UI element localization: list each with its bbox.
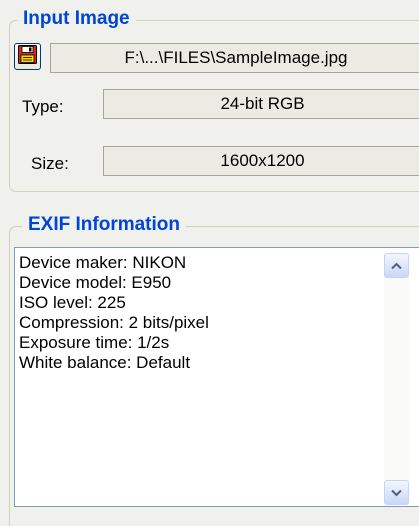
exif-line: ISO level: 225 xyxy=(19,293,126,312)
exif-lines: Device maker: NIKON Device model: E950 I… xyxy=(19,253,209,373)
input-image-title: Input Image xyxy=(17,8,136,30)
type-label: Type: xyxy=(22,97,64,116)
exif-line: Exposure time: 1/2s xyxy=(19,333,170,352)
exif-line: White balance: Default xyxy=(19,353,191,372)
image-path-field: F:\...\FILES\SampleImage.jpg xyxy=(50,43,419,73)
type-value-field: 24-bit RGB xyxy=(103,89,419,119)
exif-information-title: EXIF Information xyxy=(22,214,186,236)
size-value-field: 1600x1200 xyxy=(103,146,419,176)
scroll-down-button[interactable] xyxy=(384,480,409,505)
exif-line: Device maker: NIKON xyxy=(19,253,187,272)
scroll-up-button[interactable] xyxy=(384,253,409,278)
chevron-down-icon xyxy=(391,484,402,502)
exif-text-area[interactable]: Device maker: NIKON Device model: E950 I… xyxy=(14,247,419,507)
floppy-disk-icon xyxy=(18,44,37,69)
size-label: Size: xyxy=(31,154,69,173)
exif-scrollbar[interactable] xyxy=(384,253,409,505)
exif-line: Device model: E950 xyxy=(19,273,172,292)
save-image-button[interactable] xyxy=(14,43,41,70)
chevron-up-icon xyxy=(391,257,402,275)
exif-line: Compression: 2 bits/pixel xyxy=(19,313,209,332)
